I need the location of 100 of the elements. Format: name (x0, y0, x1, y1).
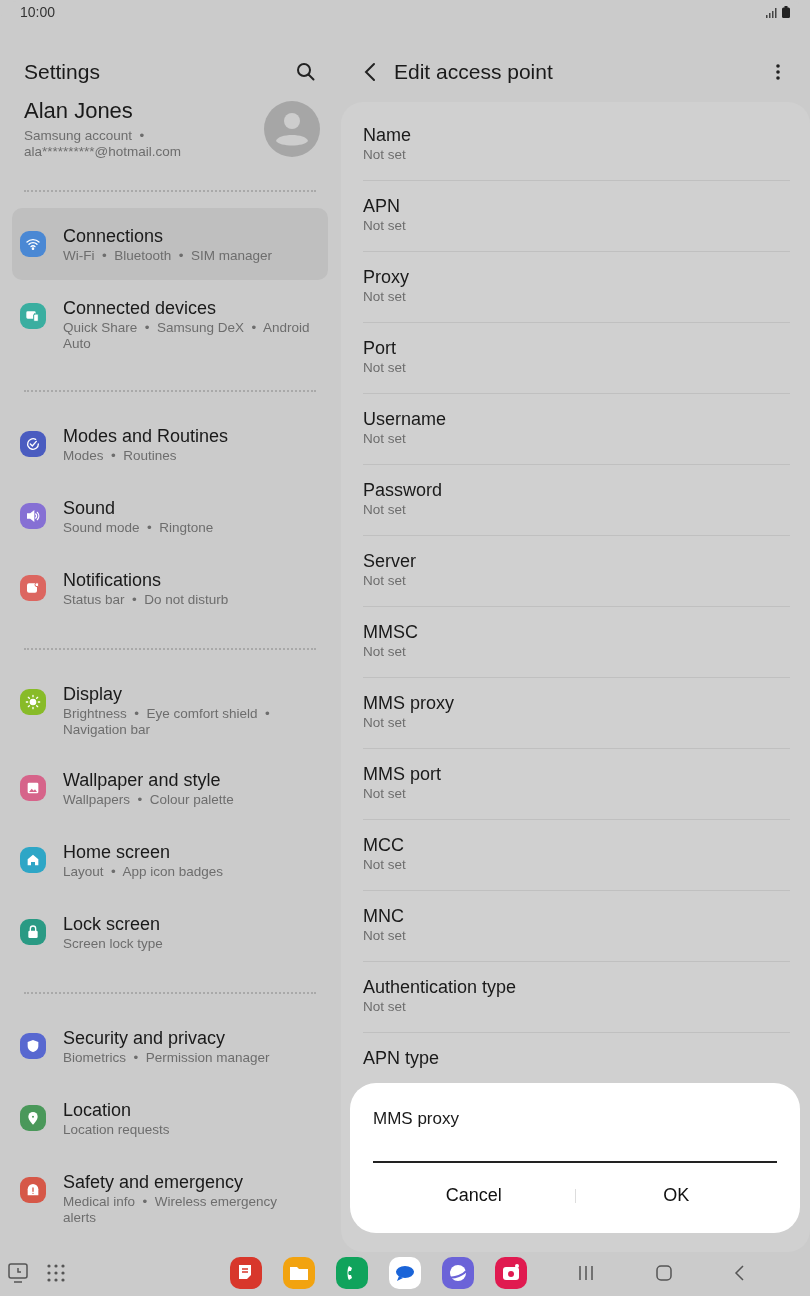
notes-app-icon[interactable] (230, 1257, 262, 1289)
more-options-icon[interactable] (776, 64, 780, 80)
apn-setting-row[interactable]: Authentication type Not set (363, 962, 790, 1033)
setting-label: Name (363, 124, 412, 147)
apn-setting-row[interactable]: MCC Not set (363, 820, 790, 891)
setting-label: Username (363, 408, 448, 431)
apn-setting-row[interactable]: Proxy Not set (363, 252, 790, 323)
item-title: Modes and Routines (63, 425, 229, 448)
setting-label: Port (363, 337, 397, 360)
setting-value: Not set (363, 218, 407, 234)
item-title: Security and privacy (63, 1027, 227, 1050)
pin-icon (20, 1105, 46, 1131)
dialog-title: MMS proxy (373, 1109, 460, 1129)
setting-value: Not set (363, 857, 407, 873)
page-title: Edit access point (394, 60, 554, 84)
settings-item[interactable]: Home screen Layout • App icon badges (12, 824, 328, 896)
phone-app-icon[interactable] (336, 1257, 368, 1289)
apn-setting-row[interactable]: MNC Not set (363, 891, 790, 962)
setting-value: Not set (363, 502, 407, 518)
apn-setting-row[interactable]: Username Not set (363, 394, 790, 465)
item-title: Display (63, 683, 124, 706)
settings-item[interactable]: Display Brightness • Eye comfort shield • Navigation bar (12, 666, 328, 752)
settings-item[interactable]: Wallpaper and style Wallpapers • Colour palette (12, 752, 328, 824)
planet-app-icon[interactable] (442, 1257, 474, 1289)
settings-item[interactable]: Connected devices Quick Share • Samsung DeX • Android Auto (12, 280, 328, 366)
shield-icon (20, 1033, 46, 1059)
apn-setting-row[interactable]: Port Not set (363, 323, 790, 394)
setting-value: Not set (363, 999, 407, 1015)
item-subtitle: Medical info • Wireless emergency alerts (63, 1194, 279, 1226)
item-subtitle: Status bar • Do not disturb (63, 592, 229, 608)
home-icon (20, 847, 46, 873)
settings-item[interactable]: Security and privacy Biometrics • Permission manager (12, 1010, 328, 1082)
item-title: Connections (63, 225, 165, 248)
settings-item[interactable]: Lock screen Screen lock type (12, 896, 328, 968)
dialog-button[interactable]: OK (575, 1177, 777, 1214)
apn-setting-row[interactable]: Name Not set (363, 110, 790, 181)
item-title: Connected devices (63, 297, 218, 320)
account-name[interactable]: Alan Jones (24, 98, 182, 124)
apn-setting-row[interactable]: MMS port Not set (363, 749, 790, 820)
settings-item[interactable]: Safety and emergency Medical info • Wireless emergency alerts (12, 1154, 328, 1240)
item-subtitle: Wallpapers • Colour palette (63, 792, 234, 808)
item-subtitle: Sound mode • Ringtone (63, 520, 214, 536)
item-title: Location (63, 1099, 133, 1122)
recents-button-icon[interactable] (578, 1265, 594, 1281)
account-label: Samsung account • (24, 128, 146, 144)
apn-setting-row[interactable]: MMSC Not set (363, 607, 790, 678)
setting-value: Not set (363, 431, 407, 447)
account-email: ala**********@hotmail.com (24, 144, 182, 160)
item-title: Sound (63, 497, 117, 520)
item-subtitle: Quick Share • Samsung DeX • Android Auto (63, 320, 311, 352)
back-icon[interactable] (364, 62, 376, 82)
settings-item[interactable]: Sound Sound mode • Ringtone (12, 480, 328, 552)
settings-title: Settings (24, 60, 100, 84)
signal-icon (766, 8, 778, 18)
item-subtitle: Biometrics • Permission manager (63, 1050, 270, 1066)
wifi-icon (20, 231, 46, 257)
status-time: 10:00 (20, 4, 56, 20)
settings-item[interactable]: Notifications Status bar • Do not disturb (12, 552, 328, 624)
item-title: Wallpaper and style (63, 769, 222, 792)
setting-value: Not set (363, 715, 407, 731)
setting-label: Password (363, 479, 444, 502)
settings-item[interactable]: Connections Wi-Fi • Bluetooth • SIM manager (12, 208, 328, 280)
setting-label: Authentication type (363, 976, 518, 999)
item-title: Home screen (63, 841, 172, 864)
back-button-icon[interactable] (734, 1265, 744, 1281)
recent-apps-icon[interactable] (7, 1262, 29, 1284)
setting-value: Not set (363, 289, 407, 305)
dialog-button[interactable]: Cancel (373, 1177, 575, 1214)
setting-label: APN (363, 195, 401, 218)
item-subtitle: Wi-Fi • Bluetooth • SIM manager (63, 248, 273, 264)
item-subtitle: Modes • Routines (63, 448, 178, 464)
setting-value: Not set (363, 147, 407, 163)
apn-setting-row[interactable]: Password Not set (363, 465, 790, 536)
setting-label: MCC (363, 834, 405, 857)
setting-label: MNC (363, 905, 405, 928)
check-icon (20, 431, 46, 457)
chat-app-icon[interactable] (389, 1257, 421, 1289)
setting-value: Not set (363, 786, 407, 802)
sun-icon (20, 689, 46, 715)
sound-icon (20, 503, 46, 529)
search-icon[interactable] (296, 62, 316, 82)
setting-label: MMS proxy (363, 692, 455, 715)
home-button-icon[interactable] (656, 1265, 672, 1281)
apn-setting-row[interactable]: APN Not set (363, 181, 790, 252)
item-title: Notifications (63, 569, 163, 592)
image-icon (20, 775, 46, 801)
battery-icon (782, 6, 790, 18)
setting-label: APN type (363, 1047, 441, 1070)
apn-setting-row[interactable]: Server Not set (363, 536, 790, 607)
settings-item[interactable]: Location Location requests (12, 1082, 328, 1154)
item-title: Safety and emergency (63, 1171, 245, 1194)
camera-app-icon[interactable] (495, 1257, 527, 1289)
item-subtitle: Location requests (63, 1122, 170, 1138)
setting-value: Not set (363, 928, 407, 944)
setting-label: Proxy (363, 266, 410, 289)
alert-icon (20, 1177, 46, 1203)
app-grid-icon[interactable] (47, 1264, 65, 1282)
apn-setting-row[interactable]: MMS proxy Not set (363, 678, 790, 749)
settings-item[interactable]: Modes and Routines Modes • Routines (12, 408, 328, 480)
setting-value: Not set (363, 360, 407, 376)
